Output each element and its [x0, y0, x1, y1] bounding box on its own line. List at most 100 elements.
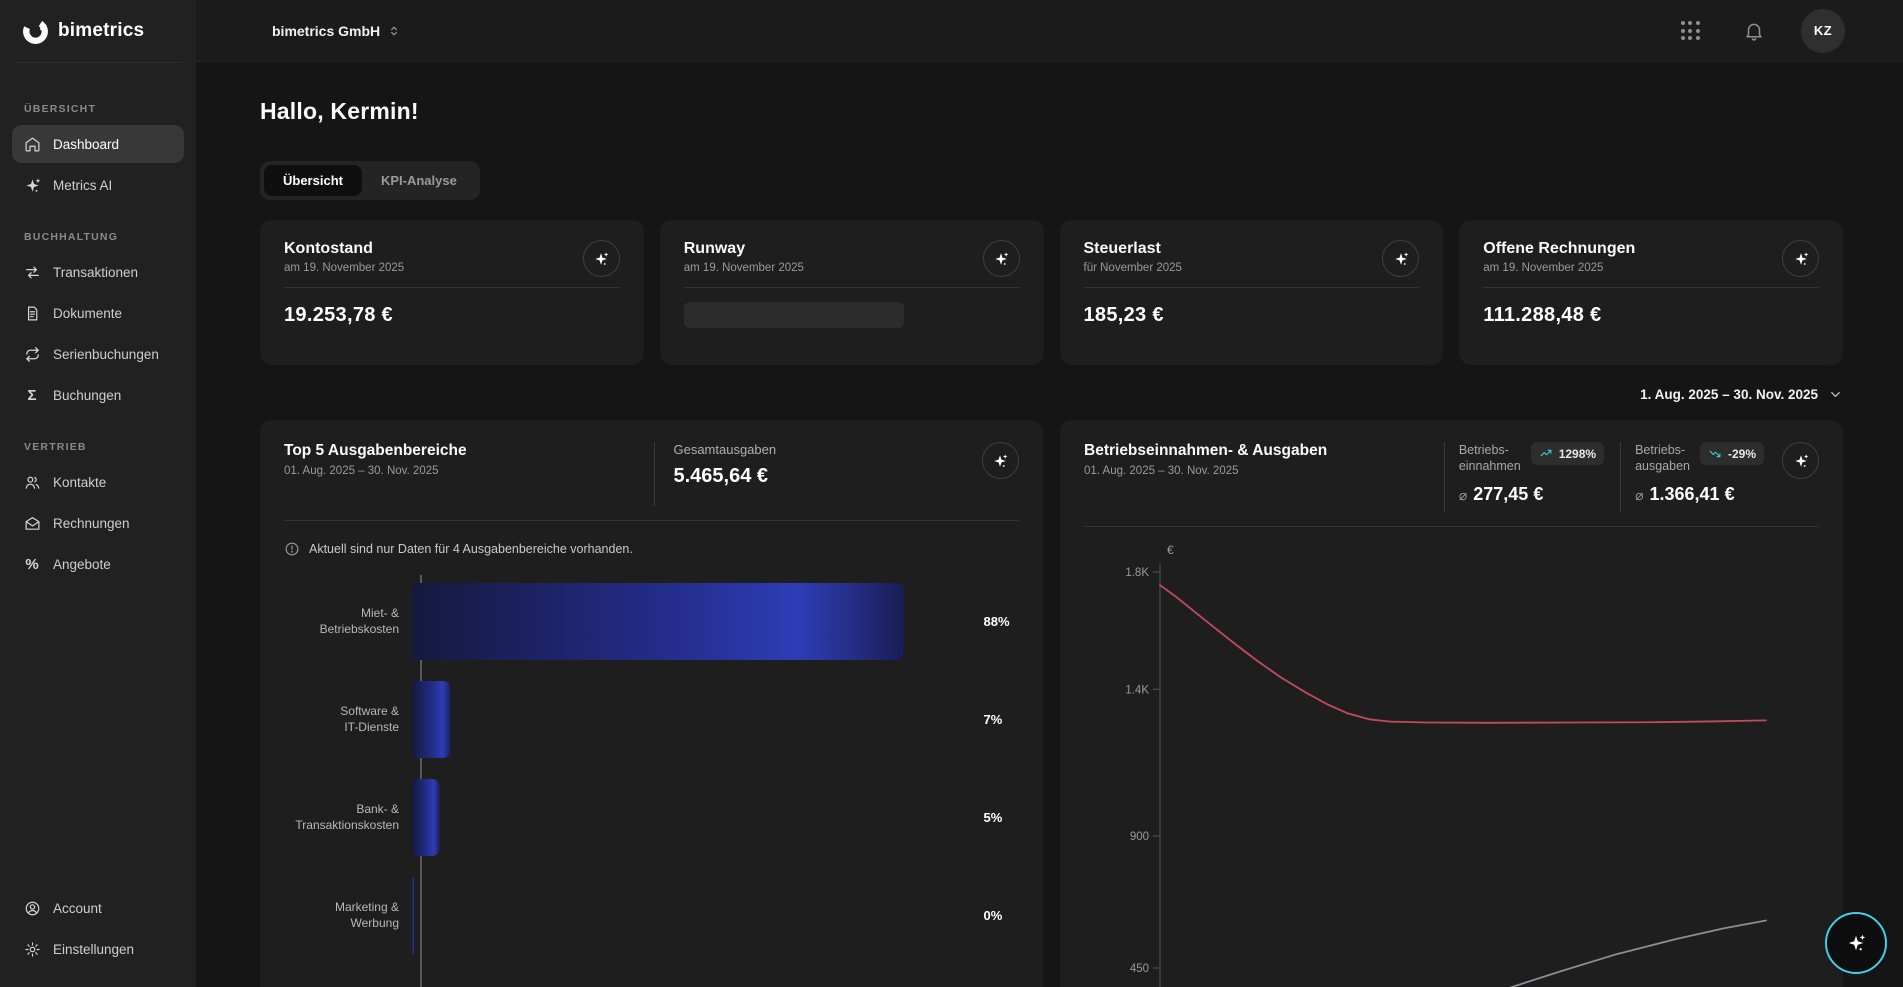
data-notice: Aktuell sind nur Daten für 4 Ausgabenber… [284, 541, 1019, 557]
trend-up-icon [1539, 446, 1554, 461]
average-value: 1.366,41 € [1650, 484, 1735, 505]
ai-sparkle-button[interactable] [982, 442, 1019, 479]
sidebar-item-dashboard[interactable]: Dashboard [12, 125, 184, 163]
svg-text:900: 900 [1130, 831, 1149, 843]
date-range-label: 1. Aug. 2025 – 30. Nov. 2025 [1640, 387, 1818, 402]
sidebar-item-rechnungen[interactable]: Rechnungen [12, 504, 184, 542]
user-avatar[interactable]: KZ [1801, 9, 1845, 53]
info-icon [284, 541, 300, 557]
tab-kpi-analyse[interactable]: KPI-Analyse [362, 165, 476, 196]
users-icon [23, 473, 41, 491]
notifications-button[interactable] [1737, 14, 1771, 48]
divider [1084, 526, 1819, 527]
company-name: bimetrics GmbH [272, 23, 380, 39]
sigma-icon: Σ [23, 386, 41, 404]
apps-grid-button[interactable] [1673, 14, 1707, 48]
sidebar-item-serienbuchungen[interactable]: Serienbuchungen [12, 335, 184, 373]
brand-logo[interactable]: bimetrics [0, 0, 196, 62]
kpi-card-kontostand: Kontostand am 19. November 2025 19.253,7… [260, 220, 644, 365]
sidebar-item-label: Serienbuchungen [53, 347, 159, 362]
kpi-card-row: Kontostand am 19. November 2025 19.253,7… [260, 220, 1843, 365]
bar-segment[interactable] [412, 877, 415, 954]
sidebar-item-transaktionen[interactable]: Transaktionen [12, 253, 184, 291]
bar-value-label: 7% [984, 712, 1003, 727]
sidebar-item-label: Dokumente [53, 306, 122, 321]
chart-title: Betriebseinnahmen- & Ausgaben [1084, 442, 1428, 460]
sidebar: bimetrics ÜBERSICHT Dashboard Metrics AI… [0, 0, 196, 987]
sidebar-item-kontakte[interactable]: Kontakte [12, 463, 184, 501]
envelope-icon [23, 514, 41, 532]
bar-segment[interactable] [412, 779, 440, 856]
nav-section-buchhaltung: BUCHHALTUNG [24, 231, 174, 243]
trend-down-icon [1708, 446, 1723, 461]
kpi-title: Kontostand [284, 240, 404, 258]
bar-value-label: 0% [984, 908, 1003, 923]
bar-segment[interactable] [412, 583, 905, 660]
sidebar-item-label: Einstellungen [53, 942, 134, 957]
sidebar-item-einstellungen[interactable]: Einstellungen [12, 930, 184, 968]
total-expenses-label: Gesamtausgaben [673, 442, 776, 457]
bar-category-label: Software &IT-Dienste [284, 704, 410, 735]
sidebar-item-label: Rechnungen [53, 516, 130, 531]
notice-text: Aktuell sind nur Daten für 4 Ausgabenber… [309, 542, 633, 556]
sidebar-item-dokumente[interactable]: Dokumente [12, 294, 184, 332]
kpi-title: Steuerlast [1084, 240, 1182, 258]
divider [284, 520, 1019, 521]
chart-title: Top 5 Ausgabenbereiche [284, 442, 467, 460]
ai-sparkle-button[interactable] [1382, 240, 1419, 277]
sidebar-item-account[interactable]: Account [12, 889, 184, 927]
horizontal-bar-chart: Miet- &Betriebskosten 88% Software &IT-D… [284, 583, 1019, 954]
sidebar-nav: ÜBERSICHT Dashboard Metrics AI BUCHHALTU… [0, 63, 196, 889]
kpi-subtitle: für November 2025 [1084, 262, 1182, 274]
bar-row-software-it: Software &IT-Dienste 7% [284, 681, 1019, 758]
gear-icon [23, 940, 41, 958]
ai-sparkle-button[interactable] [1782, 442, 1819, 479]
bar-category-label: Marketing &Werbung [284, 900, 410, 931]
stat-label: Betriebs-ausgaben [1635, 442, 1690, 475]
charts-row: Top 5 Ausgabenbereiche 01. Aug. 2025 – 3… [260, 420, 1843, 987]
ai-assistant-fab[interactable] [1825, 912, 1887, 974]
grid-icon [1681, 21, 1700, 40]
average-value: 277,45 € [1473, 484, 1543, 505]
sidebar-item-angebote[interactable]: % Angebote [12, 545, 184, 583]
sidebar-item-metrics-ai[interactable]: Metrics AI [12, 166, 184, 204]
kpi-card-steuerlast: Steuerlast für November 2025 185,23 € [1060, 220, 1444, 365]
kpi-title: Offene Rechnungen [1483, 240, 1635, 258]
divider [1483, 287, 1819, 288]
trend-value: -29% [1728, 447, 1756, 461]
trend-badge-ausgaben: -29% [1700, 442, 1764, 465]
date-range-selector[interactable]: 1. Aug. 2025 – 30. Nov. 2025 [260, 387, 1843, 402]
sidebar-item-buchungen[interactable]: Σ Buchungen [12, 376, 184, 414]
ai-sparkle-button[interactable] [583, 240, 620, 277]
sparkles-icon [1846, 933, 1866, 953]
chart-subtitle: 01. Aug. 2025 – 30. Nov. 2025 [1084, 465, 1428, 477]
ai-sparkle-button[interactable] [983, 240, 1020, 277]
bar-value-label: 88% [984, 614, 1010, 629]
ai-sparkle-button[interactable] [1782, 240, 1819, 277]
nav-section-vertrieb: VERTRIEB [24, 441, 174, 453]
sidebar-item-label: Transaktionen [53, 265, 138, 280]
sidebar-item-label: Dashboard [53, 137, 119, 152]
tab-uebersicht[interactable]: Übersicht [264, 165, 362, 196]
line-chart-svg: €1.8K1.4K900450 [1084, 537, 1784, 987]
svg-text:1.8K: 1.8K [1125, 567, 1149, 579]
sidebar-item-label: Account [53, 901, 102, 916]
loading-skeleton [684, 302, 904, 328]
bar-segment[interactable] [412, 681, 451, 758]
divider [684, 287, 1020, 288]
chart-card-top5-ausgaben: Top 5 Ausgabenbereiche 01. Aug. 2025 – 3… [260, 420, 1043, 987]
bell-icon [1743, 20, 1765, 42]
divider [1084, 287, 1420, 288]
sparkles-icon [23, 176, 41, 194]
company-selector[interactable]: bimetrics GmbH [272, 23, 401, 39]
unfold-icon [387, 24, 401, 38]
sidebar-item-label: Metrics AI [53, 178, 112, 193]
chevron-down-icon [1828, 387, 1843, 402]
bar-row-miet-betriebskosten: Miet- &Betriebskosten 88% [284, 583, 1019, 660]
main-area: bimetrics GmbH KZ Hallo, Kermin! Übersic… [196, 0, 1903, 987]
kpi-value: 185,23 € [1084, 304, 1420, 327]
line-chart-area: €1.8K1.4K900450 [1084, 537, 1819, 987]
total-expenses-block: Gesamtausgaben 5.465,64 € [654, 442, 776, 506]
svg-text:1.4K: 1.4K [1125, 684, 1149, 696]
topbar: bimetrics GmbH KZ [196, 0, 1903, 62]
